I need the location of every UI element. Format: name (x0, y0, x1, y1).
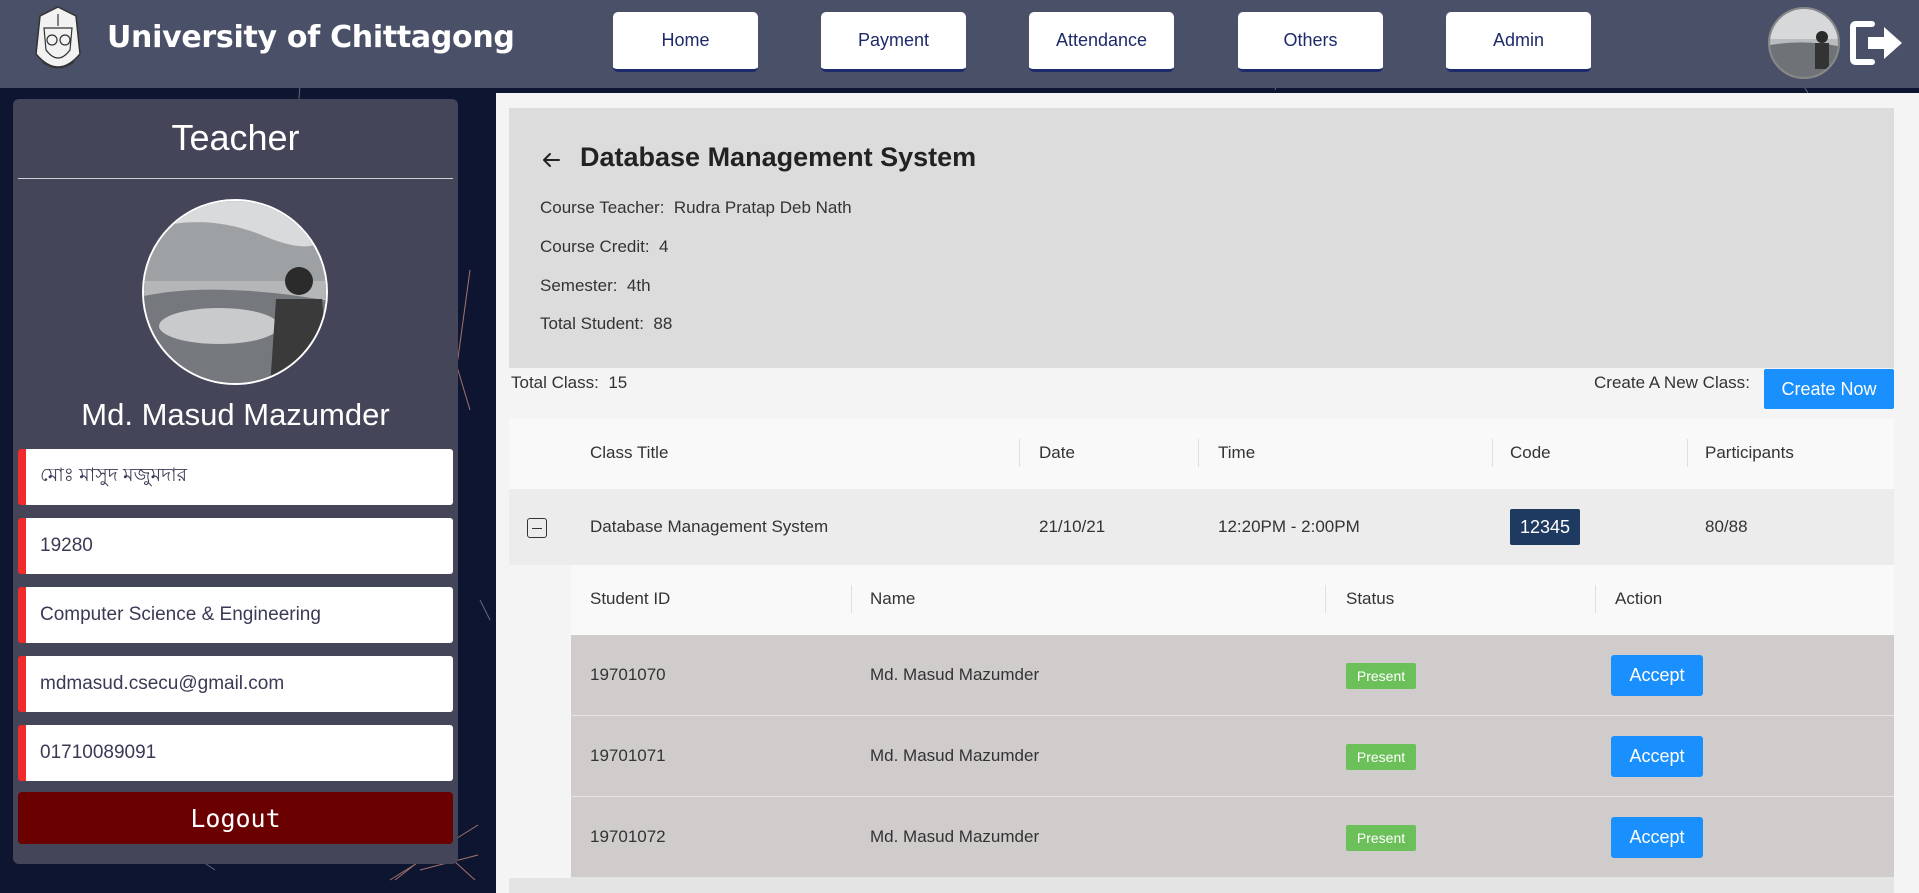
column-separator (1595, 585, 1596, 613)
email-field: mdmasud.csecu@gmail.com (18, 656, 453, 712)
course-credit-line: Course Credit: 4 (540, 237, 669, 256)
sign-out-icon[interactable] (1850, 20, 1904, 66)
status-badge: Present (1346, 825, 1416, 851)
course-title: Database Management System (580, 142, 977, 172)
bangla-name-field: মোঃ মাসুদ মজুমদার (18, 449, 453, 505)
total-class-line: Total Class: 15 (511, 373, 628, 392)
col-action[interactable]: Action (1615, 589, 1662, 609)
semester-value: 4th (626, 276, 651, 295)
create-class-line: Create A New Class: (1594, 373, 1750, 392)
accept-button[interactable]: Accept (1611, 736, 1703, 777)
total-student-label: Total Student (540, 314, 640, 333)
student-id-cell: 19701070 (590, 665, 666, 684)
status-badge: Present (1346, 663, 1416, 689)
top-header: University of Chittagong Home Payment At… (0, 0, 1919, 88)
student-id-cell: 19701071 (590, 746, 666, 765)
course-credit-value: 4 (659, 237, 669, 256)
profile-sidebar: Teacher Md. Masud Mazumder মোঃ মাসুদ মজু… (13, 99, 458, 864)
course-teacher-label: Course Teacher (540, 198, 660, 217)
course-teacher-line: Course Teacher: Rudra Pratap Deb Nath (540, 198, 852, 217)
semester-line: Semester: 4th (540, 276, 651, 295)
create-class-label: Create A New Class (1594, 373, 1746, 392)
course-info-box: Database Management System Course Teache… (509, 108, 1894, 368)
course-teacher-value: Rudra Pratap Deb Nath (673, 198, 852, 217)
col-class-title[interactable]: Class Title (590, 443, 668, 463)
status-badge: Present (1346, 744, 1416, 770)
collapse-row-icon[interactable] (527, 518, 547, 538)
accept-button[interactable]: Accept (1611, 817, 1703, 858)
total-class-label: Total Class (511, 373, 595, 392)
student-name-cell: Md. Masud Mazumder (870, 827, 1040, 846)
total-student-line: Total Student: 88 (540, 314, 673, 333)
col-student-id[interactable]: Student ID (590, 589, 670, 609)
column-separator (851, 585, 852, 613)
site-title[interactable]: University of Chittagong (107, 20, 515, 55)
list-item: 19701072 Md. Masud Mazumder Present Acce… (571, 797, 1894, 878)
accept-button[interactable]: Accept (1611, 655, 1703, 696)
semester-label: Semester (540, 276, 613, 295)
class-title-cell: Database Management System (590, 517, 829, 536)
nav-others-button[interactable]: Others (1238, 12, 1383, 72)
student-name-cell: Md. Masud Mazumder (870, 746, 1040, 765)
course-credit-label: Course Credit (540, 237, 645, 256)
list-item: 19701070 Md. Masud Mazumder Present Acce… (571, 635, 1894, 716)
participants-cell: 80/88 (1705, 517, 1748, 536)
nav-attendance-button[interactable]: Attendance (1029, 12, 1174, 72)
phone-field: 01710089091 (18, 725, 453, 781)
class-table-header: Class Title Date Time Code Participants (509, 419, 1894, 489)
logout-button[interactable]: Logout (18, 792, 453, 844)
create-now-button[interactable]: Create Now (1764, 369, 1894, 409)
total-class-value: 15 (608, 373, 628, 392)
teacher-name: Md. Masud Mazumder (81, 397, 390, 432)
column-separator (1492, 439, 1493, 467)
nav-admin-button[interactable]: Admin (1446, 12, 1591, 72)
sidebar-title: Teacher (171, 117, 300, 158)
arrow-left-icon[interactable] (539, 148, 563, 172)
university-seal-icon[interactable] (28, 4, 88, 82)
col-date[interactable]: Date (1039, 443, 1075, 463)
nav-home-button[interactable]: Home (613, 12, 758, 72)
nav-payment-button[interactable]: Payment (821, 12, 966, 72)
total-student-value: 88 (653, 314, 673, 333)
student-name-cell: Md. Masud Mazumder (870, 665, 1040, 684)
user-avatar[interactable] (1768, 7, 1840, 79)
class-code-badge: 12345 (1510, 509, 1580, 545)
department-field: Computer Science & Engineering (18, 587, 453, 643)
profile-photo (142, 199, 328, 385)
class-time-cell: 12:20PM - 2:00PM (1218, 517, 1360, 536)
sidebar-divider (18, 178, 453, 179)
student-id-cell: 19701072 (590, 827, 666, 846)
column-separator (1019, 439, 1020, 467)
column-separator (1198, 439, 1199, 467)
class-date-cell: 21/10/21 (1039, 517, 1106, 536)
list-item: 19701071 Md. Masud Mazumder Present Acce… (571, 716, 1894, 797)
col-status[interactable]: Status (1346, 589, 1394, 609)
col-name[interactable]: Name (870, 589, 915, 609)
teacher-id-field: 19280 (18, 518, 453, 574)
column-separator (1687, 439, 1688, 467)
table-row[interactable]: Database Management System 21/10/21 12:2… (509, 489, 1894, 565)
attendance-table-header: Student ID Name Status Action (571, 565, 1894, 635)
col-time[interactable]: Time (1218, 443, 1255, 463)
course-panel: Database Management System Course Teache… (496, 93, 1919, 893)
table-footer-strip (509, 878, 1894, 893)
column-separator (1325, 585, 1326, 613)
col-code[interactable]: Code (1510, 443, 1551, 463)
col-participants[interactable]: Participants (1705, 443, 1794, 463)
